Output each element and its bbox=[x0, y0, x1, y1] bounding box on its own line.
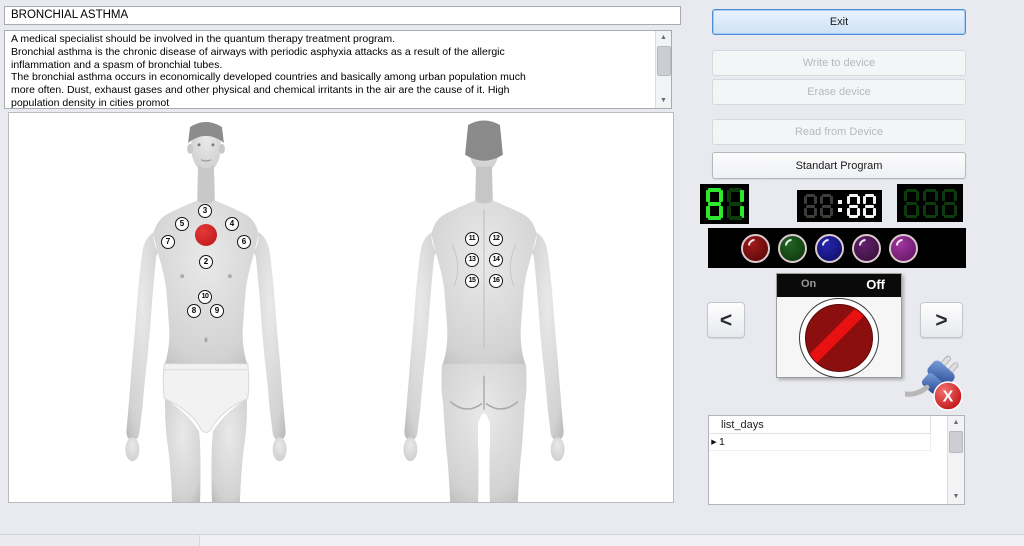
scroll-down-icon[interactable]: ▼ bbox=[948, 490, 964, 504]
standart-program-button[interactable]: Standart Program bbox=[712, 152, 966, 179]
exit-button[interactable]: Exit bbox=[712, 9, 966, 35]
scroll-down-icon[interactable]: ▼ bbox=[656, 94, 671, 108]
therapy-point-13[interactable]: 13 bbox=[465, 253, 479, 267]
body-panel: 35 4 7 6 2 1089 11 12 13 14 15 16 bbox=[8, 112, 674, 503]
description-scrollbar[interactable]: ▲ ▼ bbox=[655, 31, 671, 108]
read-from-device-button[interactable]: Read from Device bbox=[712, 119, 966, 145]
therapy-point-3[interactable]: 3 bbox=[198, 204, 212, 218]
scrollbar-thumb[interactable] bbox=[949, 431, 963, 453]
therapy-point-12[interactable]: 12 bbox=[489, 232, 503, 246]
therapy-point-8[interactable]: 8 bbox=[187, 304, 201, 318]
erase-device-button[interactable]: Erase device bbox=[712, 79, 966, 105]
green-indicator-button[interactable] bbox=[778, 234, 807, 263]
status-bar bbox=[0, 534, 1024, 546]
status-cell bbox=[100, 535, 200, 546]
write-to-device-button[interactable]: Write to device bbox=[712, 50, 966, 76]
frequency-display bbox=[897, 184, 963, 222]
therapy-point-6[interactable]: 6 bbox=[237, 235, 251, 249]
active-point-marker[interactable] bbox=[195, 224, 217, 246]
magenta-indicator-button[interactable] bbox=[889, 234, 918, 263]
next-button[interactable]: > bbox=[920, 302, 963, 338]
description-text: A medical specialist should be involved … bbox=[11, 33, 651, 109]
days-grid-scrollbar[interactable]: ▲ ▼ bbox=[947, 416, 964, 504]
back-body-figure bbox=[384, 115, 584, 503]
days-grid-row[interactable]: ▶1 bbox=[709, 434, 931, 451]
power-knob[interactable] bbox=[805, 304, 873, 372]
power-knob-ring bbox=[799, 298, 879, 378]
scroll-up-icon[interactable]: ▲ bbox=[948, 416, 964, 430]
status-cell bbox=[0, 535, 101, 546]
therapy-point-14[interactable]: 14 bbox=[489, 253, 503, 267]
day-counter-display bbox=[700, 184, 749, 224]
disease-title-field[interactable] bbox=[4, 6, 681, 25]
day-value: 1 bbox=[719, 434, 725, 450]
power-switch-header: On Off bbox=[777, 274, 901, 297]
svg-text:X: X bbox=[943, 389, 954, 406]
red-indicator-button[interactable] bbox=[741, 234, 770, 263]
previous-button[interactable]: < bbox=[707, 302, 745, 338]
blue-indicator-button[interactable] bbox=[815, 234, 844, 263]
device-disconnected-icon: X bbox=[905, 352, 967, 414]
scrollbar-thumb[interactable] bbox=[657, 46, 671, 76]
therapy-point-15[interactable]: 15 bbox=[465, 274, 479, 288]
days-grid-header: list_days bbox=[709, 416, 931, 434]
row-selector-marker: ▶ bbox=[709, 434, 719, 450]
therapy-point-11[interactable]: 11 bbox=[465, 232, 479, 246]
therapy-point-5[interactable]: 5 bbox=[175, 217, 189, 231]
therapy-point-2[interactable]: 2 bbox=[199, 255, 213, 269]
purple-dark-indicator-button[interactable] bbox=[852, 234, 881, 263]
on-label: On bbox=[801, 278, 816, 290]
therapy-point-9[interactable]: 9 bbox=[210, 304, 224, 318]
days-grid: list_days ▶1 ▲ ▼ bbox=[708, 415, 965, 505]
therapy-point-7[interactable]: 7 bbox=[161, 235, 175, 249]
off-label: Off bbox=[866, 277, 885, 292]
timer-clock-display bbox=[797, 190, 882, 222]
power-switch: On Off bbox=[776, 273, 902, 378]
scroll-up-icon[interactable]: ▲ bbox=[656, 31, 671, 45]
indicator-button-panel bbox=[708, 228, 966, 268]
quantum-therapy-window: A medical specialist should be involved … bbox=[0, 0, 1024, 546]
therapy-point-10[interactable]: 10 bbox=[198, 290, 212, 304]
therapy-point-16[interactable]: 16 bbox=[489, 274, 503, 288]
therapy-point-4[interactable]: 4 bbox=[225, 217, 239, 231]
description-box[interactable]: A medical specialist should be involved … bbox=[4, 30, 672, 109]
front-body-figure bbox=[106, 115, 306, 503]
